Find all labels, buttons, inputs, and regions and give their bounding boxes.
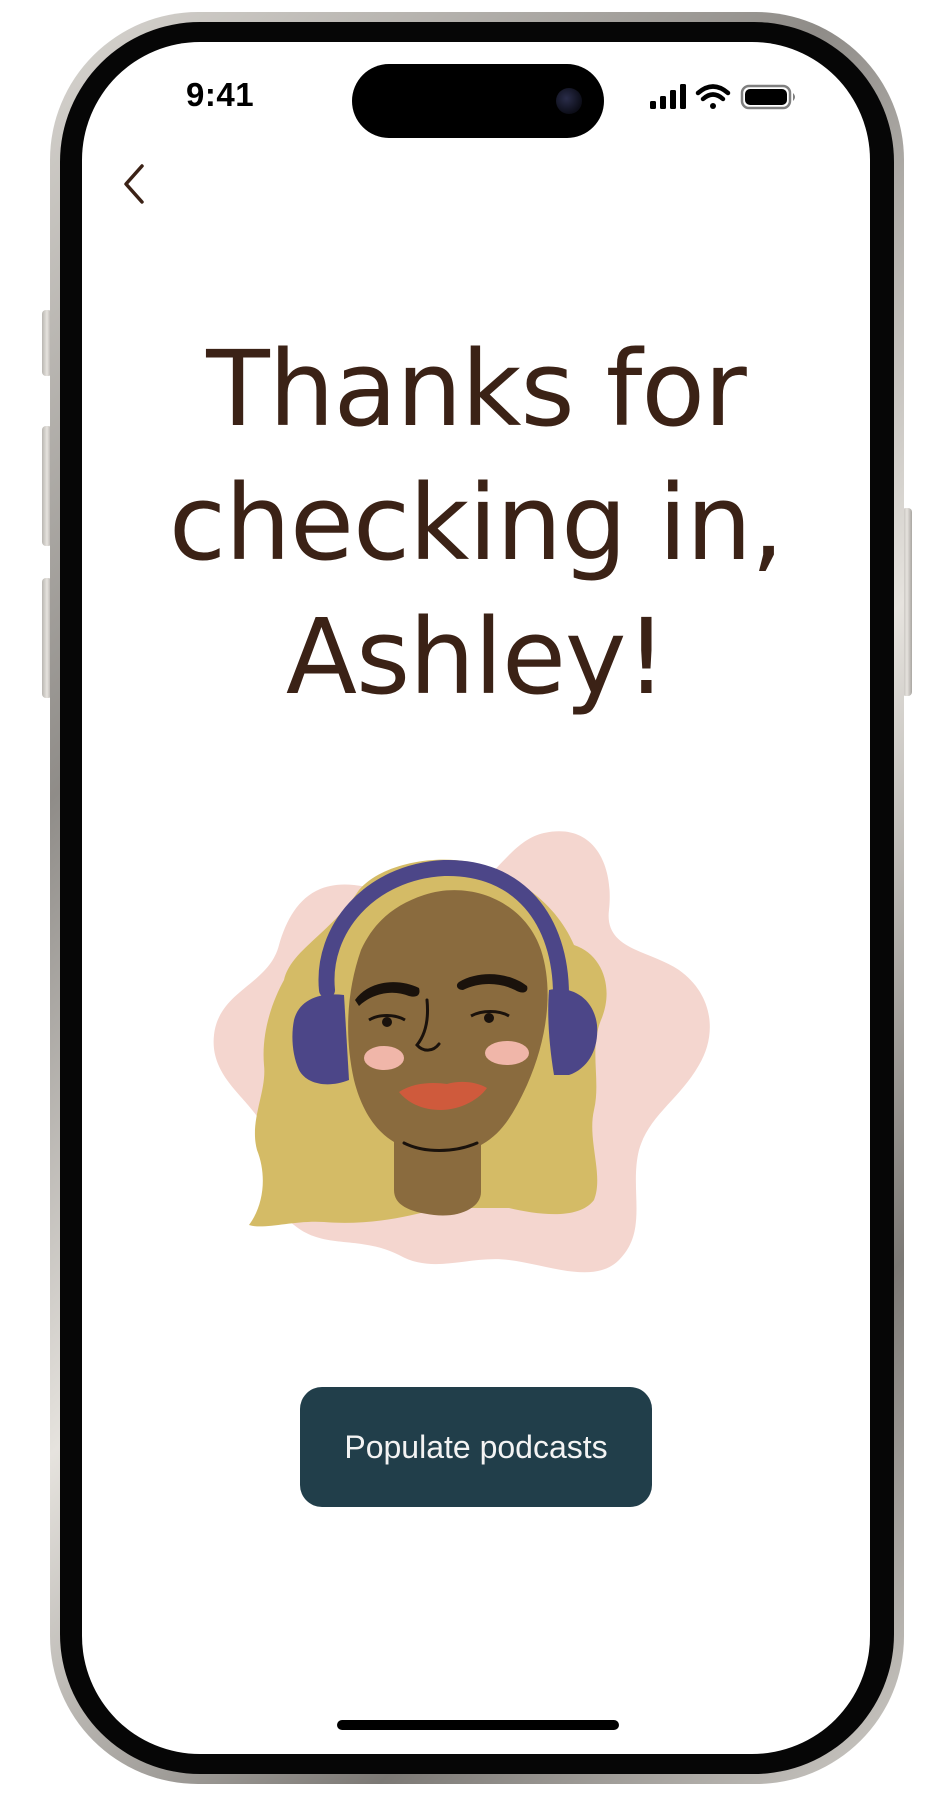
battery-icon — [740, 84, 795, 110]
dynamic-island — [352, 64, 604, 138]
device-stage: 9:41 Thanks for checking in, Ashley! Pop… — [0, 0, 952, 1796]
chevron-left-icon — [124, 164, 144, 204]
phone-screen: 9:41 Thanks for checking in, Ashley! Pop… — [82, 42, 870, 1754]
right-pupil — [484, 1013, 494, 1023]
left-pupil — [382, 1017, 392, 1027]
headline-line-3: Ashley! — [285, 596, 667, 718]
home-indicator[interactable] — [337, 1720, 619, 1730]
avatar-illustration — [209, 830, 739, 1350]
headline-line-2: checking in, — [168, 462, 784, 584]
headphone-left-cup — [292, 994, 349, 1085]
back-button[interactable] — [114, 152, 170, 212]
wifi-icon — [695, 84, 731, 109]
left-cheek — [364, 1046, 404, 1070]
page-title: Thanks for checking in, Ashley! — [122, 322, 830, 724]
cellular-signal-icon — [650, 84, 686, 109]
status-icons — [650, 82, 800, 112]
populate-podcasts-button[interactable]: Populate podcasts — [300, 1387, 652, 1507]
right-cheek — [485, 1041, 529, 1065]
status-time: 9:41 — [186, 76, 255, 113]
front-camera — [556, 88, 582, 114]
headline-line-1: Thanks for — [206, 328, 747, 450]
